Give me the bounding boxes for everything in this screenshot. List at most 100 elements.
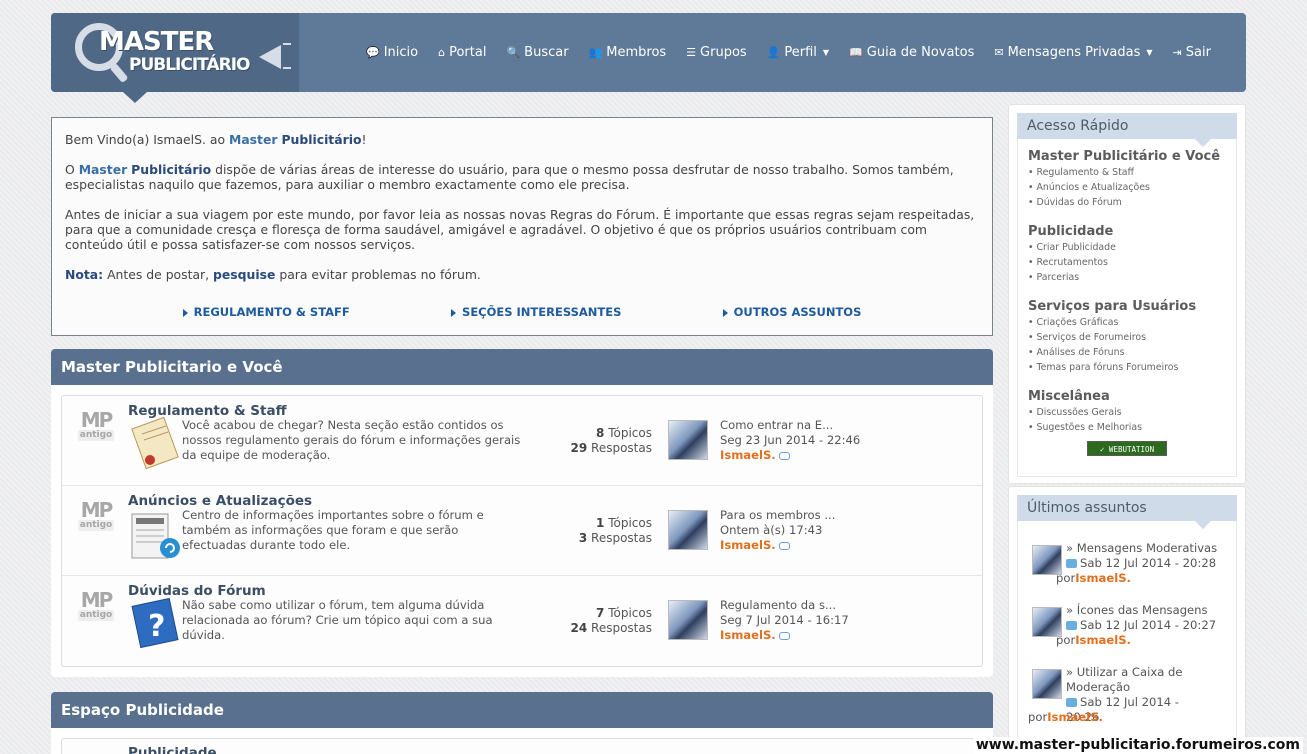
- goto-post-icon[interactable]: [778, 451, 790, 460]
- topic-title[interactable]: » Mensagens Moderativas: [1066, 541, 1236, 556]
- last-post-title[interactable]: Para os membros ...: [720, 508, 835, 522]
- last-post-date: Ontem à(s) 17:43: [720, 523, 823, 537]
- forum-list: Publicidade: [61, 738, 983, 754]
- caret-down-icon: ▼: [822, 48, 830, 57]
- category-master-publicitario: Master Publicitario e Você MP antigo Reg…: [51, 349, 993, 677]
- category-espaco-publicidade: Espaço Publicidade Publicidade: [51, 692, 993, 754]
- link-outros-assuntos[interactable]: OUTROS ASSUNTOS: [722, 305, 861, 320]
- last-post: Como entrar na E... Seg 23 Jun 2014 - 22…: [720, 418, 860, 463]
- avatar[interactable]: [1032, 669, 1062, 699]
- svg-text:?: ?: [148, 609, 165, 644]
- nav-portal[interactable]: ⌂ Portal: [428, 45, 496, 60]
- last-post-user[interactable]: IsmaelS.: [720, 448, 776, 462]
- link-regulamento-staff[interactable]: REGULAMENTO & STAFF: [182, 305, 350, 320]
- quick-link[interactable]: • Temas para fóruns Forumeiros: [1028, 360, 1226, 375]
- chat-icon: [1066, 559, 1077, 568]
- quick-link[interactable]: • Parcerias: [1028, 270, 1226, 285]
- quick-access-title: Acesso Rápido: [1017, 113, 1237, 147]
- forum-description: Não sabe como utilizar o fórum, tem algu…: [182, 598, 493, 642]
- nav-guia-de-novatos[interactable]: 📖 Guia de Novatos: [839, 45, 984, 60]
- quick-group: Miscelânea • Discussões Gerais • Sugestõ…: [1028, 389, 1226, 435]
- chat-icon: [1066, 698, 1077, 707]
- nav-membros[interactable]: 👥 Membros: [579, 45, 677, 60]
- goto-post-icon[interactable]: [778, 631, 790, 640]
- quick-link[interactable]: • Dúvidas do Fórum: [1028, 195, 1226, 210]
- latest-topic: » Ícones das Mensagens Sab 12 Jul 2014 -…: [1028, 603, 1226, 665]
- quick-link[interactable]: • Regulamento & Staff: [1028, 165, 1226, 180]
- welcome-note: Nota: Antes de postar, pesquise para evi…: [65, 267, 481, 282]
- quick-link[interactable]: • Anúncios e Atualizações: [1028, 180, 1226, 195]
- quick-group: Master Publicitário e Você • Regulamento…: [1028, 149, 1226, 210]
- category-title[interactable]: Master Publicitario e Você: [51, 349, 993, 385]
- topic-user[interactable]: IsmaelS.: [1075, 633, 1131, 647]
- newspaper-icon: [131, 513, 180, 559]
- topic-user[interactable]: IsmaelS.: [1075, 571, 1131, 585]
- forum-status-icon: MP antigo: [78, 408, 114, 441]
- forum-title-anuncios[interactable]: Anúncios e Atualizações: [128, 493, 312, 509]
- avatar[interactable]: [668, 600, 708, 640]
- forum-stats: 8 Tópicos 29 Respostas: [570, 426, 652, 455]
- logo-text-publicitario: PUBLICITÁRIO: [129, 55, 250, 75]
- nav-perfil[interactable]: 👤 Perfil ▼: [757, 45, 839, 60]
- quick-link[interactable]: • Serviços de Forumeiros: [1028, 330, 1226, 345]
- quick-link[interactable]: • Análises de Fóruns: [1028, 345, 1226, 360]
- topic-user[interactable]: IsmaelS.: [1047, 710, 1103, 724]
- quick-access-panel: Acesso Rápido Master Publicitário e Você…: [1008, 104, 1246, 484]
- triangle-right-icon: [182, 308, 188, 317]
- logo[interactable]: MASTER PUBLICITÁRIO: [51, 13, 299, 92]
- topic-title[interactable]: » Ícones das Mensagens: [1066, 603, 1236, 618]
- main-nav: 💬 Inicio ⌂ Portal 🔍 Buscar 👥 Membros ☰ Grupos…: [356, 13, 1221, 92]
- topic-title[interactable]: » Utilizar a Caixa de Moderação: [1066, 665, 1216, 695]
- search-link[interactable]: pesquise: [213, 267, 275, 282]
- users-icon: 👥: [588, 46, 603, 59]
- last-post: Regulamento da s... Seg 7 Jul 2014 - 16:…: [720, 598, 849, 643]
- avatar[interactable]: [668, 510, 708, 550]
- category-title[interactable]: Espaço Publicidade: [51, 692, 993, 728]
- quick-link[interactable]: • Recrutamentos: [1028, 255, 1226, 270]
- nav-sair[interactable]: ⇥ Sair: [1163, 45, 1221, 60]
- user-icon: 👤: [766, 46, 781, 59]
- nav-inicio[interactable]: 💬 Inicio: [356, 45, 428, 60]
- forum-title-publicidade[interactable]: Publicidade: [128, 745, 217, 754]
- quick-link[interactable]: • Criar Publicidade: [1028, 240, 1226, 255]
- avatar[interactable]: [668, 420, 708, 460]
- webutation-badge[interactable]: ✓ WEBUTATION: [1087, 441, 1167, 456]
- latest-topics-panel: Últimos assuntos » Mensagens Moderativas…: [1008, 486, 1246, 754]
- scroll-icon: [131, 416, 179, 470]
- header: MASTER PUBLICITÁRIO 💬 Inicio ⌂ Portal 🔍 Bus…: [51, 13, 1246, 103]
- latest-topics-title: Últimos assuntos: [1017, 495, 1237, 529]
- quick-link[interactable]: • Sugestões e Melhorias: [1028, 420, 1226, 435]
- forum-list: MP antigo Regulamento & Staff Você acabo…: [61, 395, 983, 667]
- last-post-title[interactable]: Como entrar na E...: [720, 418, 833, 432]
- welcome-greeting: Bem Vindo(a) IsmaelS. ao Master Publicit…: [65, 132, 367, 147]
- forum-description: Centro de informações importantes sobre …: [182, 508, 484, 552]
- quick-group: Serviços para Usuários • Criações Gráfic…: [1028, 299, 1226, 375]
- forum-row: MP antigo Regulamento & Staff Você acabo…: [62, 396, 982, 486]
- goto-post-icon[interactable]: [778, 541, 790, 550]
- nav-grupos[interactable]: ☰ Grupos: [676, 45, 757, 60]
- quick-link[interactable]: • Discussões Gerais: [1028, 405, 1226, 420]
- book-icon: 📖: [849, 46, 863, 59]
- forum-stats: 7 Tópicos 24 Respostas: [570, 606, 652, 635]
- last-post-date: Seg 23 Jun 2014 - 22:46: [720, 433, 861, 447]
- forum-title-regulamento[interactable]: Regulamento & Staff: [128, 403, 287, 419]
- forum-row: MP antigo ? Dúvidas do Fórum Não sabe co…: [62, 576, 982, 666]
- triangle-right-icon: [451, 308, 457, 317]
- last-post-title[interactable]: Regulamento da s...: [720, 598, 836, 612]
- forum-title-duvidas[interactable]: Dúvidas do Fórum: [128, 583, 266, 599]
- last-post-user[interactable]: IsmaelS.: [720, 628, 776, 642]
- forum-status-icon: MP antigo: [78, 498, 114, 531]
- question-icon: ?: [131, 597, 179, 649]
- forum-description: Você acabou de chegar? Nesta seção estão…: [182, 418, 521, 462]
- home-icon: ⌂: [438, 46, 446, 59]
- nav-buscar[interactable]: 🔍 Buscar: [496, 45, 578, 60]
- last-post-user[interactable]: IsmaelS.: [720, 538, 776, 552]
- nav-mensagens-privadas[interactable]: ✉ Mensagens Privadas ▼: [984, 45, 1162, 60]
- site-watermark: www.master-publicitario.forumeiros.com: [972, 737, 1303, 754]
- forum-row: MP antigo Anúncios e Atualizações Centro…: [62, 486, 982, 576]
- sign-out-icon: ⇥: [1172, 46, 1182, 59]
- link-secoes-interessantes[interactable]: SEÇÕES INTERESSANTES: [451, 305, 621, 320]
- quick-link[interactable]: • Criações Gráficas: [1028, 315, 1226, 330]
- welcome-links: REGULAMENTO & STAFF SEÇÕES INTERESSANTES…: [52, 305, 992, 320]
- latest-topic: » Utilizar a Caixa de Moderação Sab 12 J…: [1028, 665, 1226, 735]
